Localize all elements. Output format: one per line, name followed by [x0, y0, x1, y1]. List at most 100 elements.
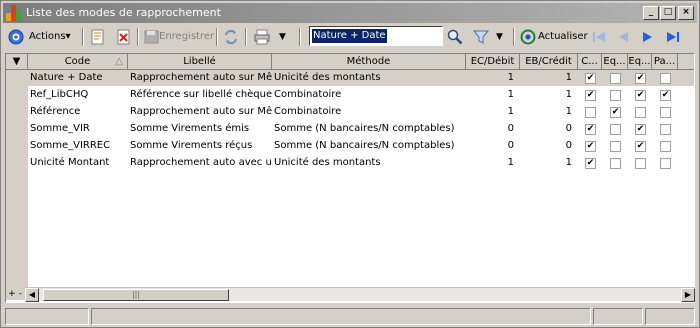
checkbox-pa[interactable] [660, 90, 671, 101]
checkbox-c[interactable] [585, 90, 596, 101]
cell-ec[interactable]: 1 [466, 104, 520, 120]
checkbox-eq1[interactable] [610, 107, 621, 118]
cell-methode[interactable]: Unicité des montants [272, 70, 466, 86]
cell-ec[interactable]: 0 [466, 138, 520, 154]
refresh-icon[interactable] [519, 28, 537, 46]
column-header-c[interactable]: C... [578, 54, 602, 70]
column-header-methode[interactable]: Méthode [272, 54, 466, 70]
cell-eb[interactable]: 0 [520, 138, 578, 154]
checkbox-pa[interactable] [660, 158, 671, 169]
checkbox-pa[interactable] [660, 73, 671, 84]
scroll-left-arrow-icon[interactable]: ◀ [25, 288, 39, 302]
cell-methode[interactable]: Combinatoire [272, 104, 466, 120]
cell-eb[interactable]: 1 [520, 104, 578, 120]
close-button[interactable]: × [678, 6, 694, 20]
next-record-icon[interactable] [639, 28, 657, 46]
cell-eb[interactable]: 1 [520, 155, 578, 171]
checkbox-eq2[interactable] [635, 141, 646, 152]
checkbox-pa[interactable] [660, 124, 671, 135]
cell-eb[interactable]: 1 [520, 87, 578, 103]
checkbox-c[interactable] [585, 141, 596, 152]
cell-libelle[interactable]: Somme Virements réçus [128, 138, 272, 154]
checkbox-eq1[interactable] [610, 73, 621, 84]
cell-libelle[interactable]: Rapprochement auto sur Mêr [128, 70, 272, 86]
toolbar-separator [82, 28, 84, 46]
table-row[interactable]: Somme_VIR Somme Virements émis Somme (N ba… [6, 121, 694, 137]
expand-collapse-toggle[interactable]: + - [5, 288, 25, 301]
target-icon[interactable] [7, 28, 25, 46]
title-bar[interactable]: Liste des modes de rapprochement _ □ × [3, 3, 697, 23]
checkbox-pa[interactable] [660, 107, 671, 118]
column-header-eq2[interactable]: Eq... [628, 54, 652, 70]
maximize-button[interactable]: □ [660, 6, 676, 20]
cell-code[interactable]: Nature + Date [28, 70, 128, 86]
checkbox-eq2[interactable] [635, 107, 646, 118]
search-field[interactable]: Nature + Date [309, 26, 443, 46]
table-row[interactable]: Unicité Montant Rapprochement auto avec u… [6, 155, 694, 171]
column-header-code[interactable]: Code △ [28, 54, 128, 70]
scroll-thumb[interactable]: ||| [43, 289, 229, 301]
checkbox-eq1[interactable] [610, 158, 621, 169]
checkbox-c[interactable] [585, 107, 596, 118]
column-header-pa[interactable]: Pa... [652, 54, 678, 70]
cell-methode[interactable]: Somme (N bancaires/N comptables) [272, 138, 466, 154]
scroll-right-arrow-icon[interactable]: ▶ [681, 288, 695, 302]
column-header-eb-credit[interactable]: EB/Crédit [520, 54, 578, 70]
row-selector-header[interactable]: ▼ [6, 54, 28, 70]
cell-ec[interactable]: 1 [466, 87, 520, 103]
checkbox-c[interactable] [585, 124, 596, 135]
cell-ec[interactable]: 1 [466, 70, 520, 86]
cell-code[interactable]: Somme_VIRREC [28, 138, 128, 154]
table-row[interactable]: Somme_VIRREC Somme Virements réçus Somme (… [6, 138, 694, 154]
filter-dropdown-arrow-icon[interactable]: ▼ [496, 27, 508, 47]
previous-record-icon[interactable] [614, 28, 632, 46]
cell-libelle[interactable]: Rapprochement auto sur Mêr [128, 104, 272, 120]
column-header-ec-debit[interactable]: EC/Débit [466, 54, 520, 70]
checkbox-eq1[interactable] [610, 124, 621, 135]
table-row[interactable]: Nature + Date Rapprochement auto sur Mêr U… [6, 70, 694, 86]
cell-libelle[interactable]: Somme Virements émis [128, 121, 272, 137]
cell-methode[interactable]: Combinatoire [272, 87, 466, 103]
first-record-icon[interactable] [590, 28, 608, 46]
cell-code[interactable]: Unicité Montant [28, 155, 128, 171]
cell-methode[interactable]: Somme (N bancaires/N comptables) [272, 121, 466, 137]
checkbox-eq2[interactable] [635, 73, 646, 84]
cell-eb[interactable]: 1 [520, 70, 578, 86]
save-button[interactable]: Enregistrer [159, 27, 219, 47]
checkbox-c[interactable] [585, 158, 596, 169]
table-row[interactable]: Ref_LibCHQ Référence sur libellé chèque Co… [6, 87, 694, 103]
cell-code[interactable]: Ref_LibCHQ [28, 87, 128, 103]
column-label: Code [64, 56, 91, 67]
checkbox-eq2[interactable] [635, 158, 646, 169]
print-dropdown-arrow-icon[interactable]: ▼ [279, 27, 291, 47]
column-header-eq1[interactable]: Eq... [602, 54, 628, 70]
cell-libelle[interactable]: Rapprochement auto avec ur [128, 155, 272, 171]
cell-methode[interactable]: Unicité des montants [272, 155, 466, 171]
cell-libelle[interactable]: Référence sur libellé chèque [128, 87, 272, 103]
delete-icon[interactable] [115, 28, 133, 46]
table-row[interactable]: Référence Rapprochement auto sur Mêr Combi… [6, 104, 694, 120]
cell-code[interactable]: Somme_VIR [28, 121, 128, 137]
checkbox-eq1[interactable] [610, 90, 621, 101]
horizontal-scrollbar[interactable]: ◀ ||| ▶ [25, 287, 695, 302]
checkbox-eq2[interactable] [635, 124, 646, 135]
column-header-libelle[interactable]: Libellé [128, 54, 272, 70]
sync-icon[interactable] [222, 28, 240, 46]
minimize-button[interactable]: _ [643, 6, 659, 20]
filter-icon[interactable] [472, 28, 490, 46]
print-icon[interactable] [253, 28, 271, 46]
refresh-button[interactable]: Actualiser [538, 27, 590, 47]
actions-button[interactable]: Actions▾ [29, 27, 77, 47]
checkbox-pa[interactable] [660, 141, 671, 152]
search-value[interactable]: Nature + Date [312, 29, 387, 43]
new-document-icon[interactable] [89, 28, 107, 46]
cell-ec[interactable]: 1 [466, 155, 520, 171]
cell-code[interactable]: Référence [28, 104, 128, 120]
last-record-icon[interactable] [664, 28, 682, 46]
cell-eb[interactable]: 0 [520, 121, 578, 137]
search-icon[interactable] [446, 28, 464, 46]
checkbox-eq1[interactable] [610, 141, 621, 152]
cell-ec[interactable]: 0 [466, 121, 520, 137]
checkbox-eq2[interactable] [635, 90, 646, 101]
checkbox-c[interactable] [585, 73, 596, 84]
